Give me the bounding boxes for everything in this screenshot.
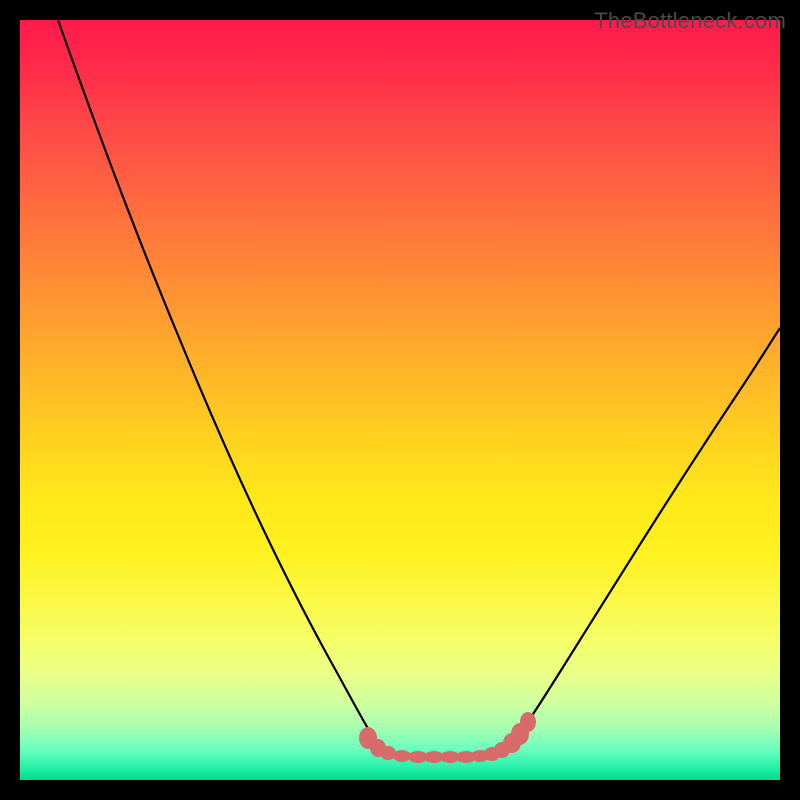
watermark-text: TheBottleneck.com [594,8,786,34]
bottleneck-curve-path [58,20,780,755]
gradient-plot-area [20,20,780,780]
chart-frame: TheBottleneck.com [0,0,800,800]
bottleneck-curve-svg [20,20,780,780]
optimal-band-markers [359,712,536,763]
